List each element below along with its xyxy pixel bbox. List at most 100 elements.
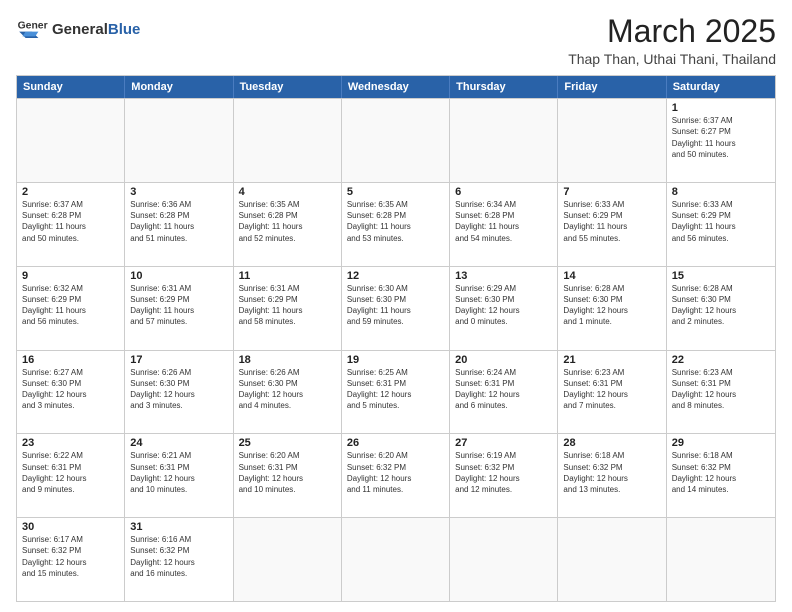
day-info: Sunrise: 6:37 AM Sunset: 6:27 PM Dayligh…: [672, 115, 770, 160]
calendar-row-3: 16Sunrise: 6:27 AM Sunset: 6:30 PM Dayli…: [17, 350, 775, 434]
day-info: Sunrise: 6:16 AM Sunset: 6:32 PM Dayligh…: [130, 534, 227, 579]
day-number: 28: [563, 437, 660, 449]
calendar-cell: 23Sunrise: 6:22 AM Sunset: 6:31 PM Dayli…: [17, 434, 125, 517]
calendar-cell: 15Sunrise: 6:28 AM Sunset: 6:30 PM Dayli…: [667, 267, 775, 350]
calendar-cell: 12Sunrise: 6:30 AM Sunset: 6:30 PM Dayli…: [342, 267, 450, 350]
calendar-row-1: 2Sunrise: 6:37 AM Sunset: 6:28 PM Daylig…: [17, 182, 775, 266]
page: General GeneralBlue March 2025 Thap Than…: [0, 0, 792, 612]
day-info: Sunrise: 6:24 AM Sunset: 6:31 PM Dayligh…: [455, 367, 552, 412]
day-info: Sunrise: 6:35 AM Sunset: 6:28 PM Dayligh…: [239, 199, 336, 244]
logo: General GeneralBlue: [16, 14, 140, 46]
calendar-cell: [234, 518, 342, 601]
calendar-cell: 9Sunrise: 6:32 AM Sunset: 6:29 PM Daylig…: [17, 267, 125, 350]
day-info: Sunrise: 6:29 AM Sunset: 6:30 PM Dayligh…: [455, 283, 552, 328]
sub-title: Thap Than, Uthai Thani, Thailand: [568, 51, 776, 67]
calendar-cell: 20Sunrise: 6:24 AM Sunset: 6:31 PM Dayli…: [450, 351, 558, 434]
day-number: 4: [239, 186, 336, 198]
day-info: Sunrise: 6:23 AM Sunset: 6:31 PM Dayligh…: [563, 367, 660, 412]
calendar-cell: 24Sunrise: 6:21 AM Sunset: 6:31 PM Dayli…: [125, 434, 233, 517]
calendar-cell: 19Sunrise: 6:25 AM Sunset: 6:31 PM Dayli…: [342, 351, 450, 434]
day-info: Sunrise: 6:35 AM Sunset: 6:28 PM Dayligh…: [347, 199, 444, 244]
day-number: 25: [239, 437, 336, 449]
calendar-cell: 14Sunrise: 6:28 AM Sunset: 6:30 PM Dayli…: [558, 267, 666, 350]
calendar-cell: [450, 99, 558, 182]
day-header-friday: Friday: [558, 76, 666, 98]
calendar-cell: [342, 518, 450, 601]
calendar-cell: [667, 518, 775, 601]
day-number: 20: [455, 354, 552, 366]
day-number: 26: [347, 437, 444, 449]
day-info: Sunrise: 6:26 AM Sunset: 6:30 PM Dayligh…: [130, 367, 227, 412]
calendar-cell: [125, 99, 233, 182]
logo-blue: Blue: [108, 21, 141, 38]
calendar-cell: 8Sunrise: 6:33 AM Sunset: 6:29 PM Daylig…: [667, 183, 775, 266]
title-block: March 2025 Thap Than, Uthai Thani, Thail…: [568, 14, 776, 67]
day-number: 18: [239, 354, 336, 366]
calendar-cell: [17, 99, 125, 182]
day-info: Sunrise: 6:33 AM Sunset: 6:29 PM Dayligh…: [563, 199, 660, 244]
day-info: Sunrise: 6:28 AM Sunset: 6:30 PM Dayligh…: [563, 283, 660, 328]
calendar-cell: [558, 99, 666, 182]
day-info: Sunrise: 6:17 AM Sunset: 6:32 PM Dayligh…: [22, 534, 119, 579]
calendar-cell: 11Sunrise: 6:31 AM Sunset: 6:29 PM Dayli…: [234, 267, 342, 350]
day-number: 11: [239, 270, 336, 282]
day-info: Sunrise: 6:37 AM Sunset: 6:28 PM Dayligh…: [22, 199, 119, 244]
svg-text:General: General: [18, 20, 48, 31]
day-info: Sunrise: 6:20 AM Sunset: 6:31 PM Dayligh…: [239, 450, 336, 495]
day-number: 1: [672, 102, 770, 114]
day-info: Sunrise: 6:18 AM Sunset: 6:32 PM Dayligh…: [563, 450, 660, 495]
calendar-cell: 5Sunrise: 6:35 AM Sunset: 6:28 PM Daylig…: [342, 183, 450, 266]
calendar: SundayMondayTuesdayWednesdayThursdayFrid…: [16, 75, 776, 602]
calendar-cell: [342, 99, 450, 182]
main-title: March 2025: [568, 14, 776, 49]
day-number: 6: [455, 186, 552, 198]
day-info: Sunrise: 6:30 AM Sunset: 6:30 PM Dayligh…: [347, 283, 444, 328]
day-number: 13: [455, 270, 552, 282]
day-info: Sunrise: 6:25 AM Sunset: 6:31 PM Dayligh…: [347, 367, 444, 412]
calendar-cell: 21Sunrise: 6:23 AM Sunset: 6:31 PM Dayli…: [558, 351, 666, 434]
day-number: 19: [347, 354, 444, 366]
day-number: 5: [347, 186, 444, 198]
calendar-cell: [450, 518, 558, 601]
day-info: Sunrise: 6:20 AM Sunset: 6:32 PM Dayligh…: [347, 450, 444, 495]
calendar-header: SundayMondayTuesdayWednesdayThursdayFrid…: [17, 76, 775, 98]
day-info: Sunrise: 6:26 AM Sunset: 6:30 PM Dayligh…: [239, 367, 336, 412]
day-header-monday: Monday: [125, 76, 233, 98]
day-info: Sunrise: 6:28 AM Sunset: 6:30 PM Dayligh…: [672, 283, 770, 328]
general-blue-logo-icon: General: [16, 14, 48, 46]
day-number: 24: [130, 437, 227, 449]
calendar-cell: 27Sunrise: 6:19 AM Sunset: 6:32 PM Dayli…: [450, 434, 558, 517]
day-number: 7: [563, 186, 660, 198]
calendar-row-5: 30Sunrise: 6:17 AM Sunset: 6:32 PM Dayli…: [17, 517, 775, 601]
day-header-sunday: Sunday: [17, 76, 125, 98]
day-info: Sunrise: 6:31 AM Sunset: 6:29 PM Dayligh…: [130, 283, 227, 328]
day-number: 16: [22, 354, 119, 366]
day-info: Sunrise: 6:18 AM Sunset: 6:32 PM Dayligh…: [672, 450, 770, 495]
calendar-cell: 13Sunrise: 6:29 AM Sunset: 6:30 PM Dayli…: [450, 267, 558, 350]
day-number: 3: [130, 186, 227, 198]
day-number: 29: [672, 437, 770, 449]
calendar-cell: 25Sunrise: 6:20 AM Sunset: 6:31 PM Dayli…: [234, 434, 342, 517]
calendar-row-4: 23Sunrise: 6:22 AM Sunset: 6:31 PM Dayli…: [17, 433, 775, 517]
day-number: 17: [130, 354, 227, 366]
calendar-cell: 30Sunrise: 6:17 AM Sunset: 6:32 PM Dayli…: [17, 518, 125, 601]
day-header-tuesday: Tuesday: [234, 76, 342, 98]
day-info: Sunrise: 6:34 AM Sunset: 6:28 PM Dayligh…: [455, 199, 552, 244]
calendar-cell: [558, 518, 666, 601]
calendar-cell: 6Sunrise: 6:34 AM Sunset: 6:28 PM Daylig…: [450, 183, 558, 266]
calendar-cell: 31Sunrise: 6:16 AM Sunset: 6:32 PM Dayli…: [125, 518, 233, 601]
logo-general: General: [52, 21, 108, 38]
calendar-row-0: 1Sunrise: 6:37 AM Sunset: 6:27 PM Daylig…: [17, 98, 775, 182]
day-header-wednesday: Wednesday: [342, 76, 450, 98]
calendar-cell: 22Sunrise: 6:23 AM Sunset: 6:31 PM Dayli…: [667, 351, 775, 434]
day-info: Sunrise: 6:19 AM Sunset: 6:32 PM Dayligh…: [455, 450, 552, 495]
day-number: 15: [672, 270, 770, 282]
calendar-cell: 16Sunrise: 6:27 AM Sunset: 6:30 PM Dayli…: [17, 351, 125, 434]
day-info: Sunrise: 6:22 AM Sunset: 6:31 PM Dayligh…: [22, 450, 119, 495]
day-info: Sunrise: 6:21 AM Sunset: 6:31 PM Dayligh…: [130, 450, 227, 495]
day-info: Sunrise: 6:23 AM Sunset: 6:31 PM Dayligh…: [672, 367, 770, 412]
day-info: Sunrise: 6:33 AM Sunset: 6:29 PM Dayligh…: [672, 199, 770, 244]
calendar-cell: 10Sunrise: 6:31 AM Sunset: 6:29 PM Dayli…: [125, 267, 233, 350]
day-number: 2: [22, 186, 119, 198]
calendar-cell: 4Sunrise: 6:35 AM Sunset: 6:28 PM Daylig…: [234, 183, 342, 266]
